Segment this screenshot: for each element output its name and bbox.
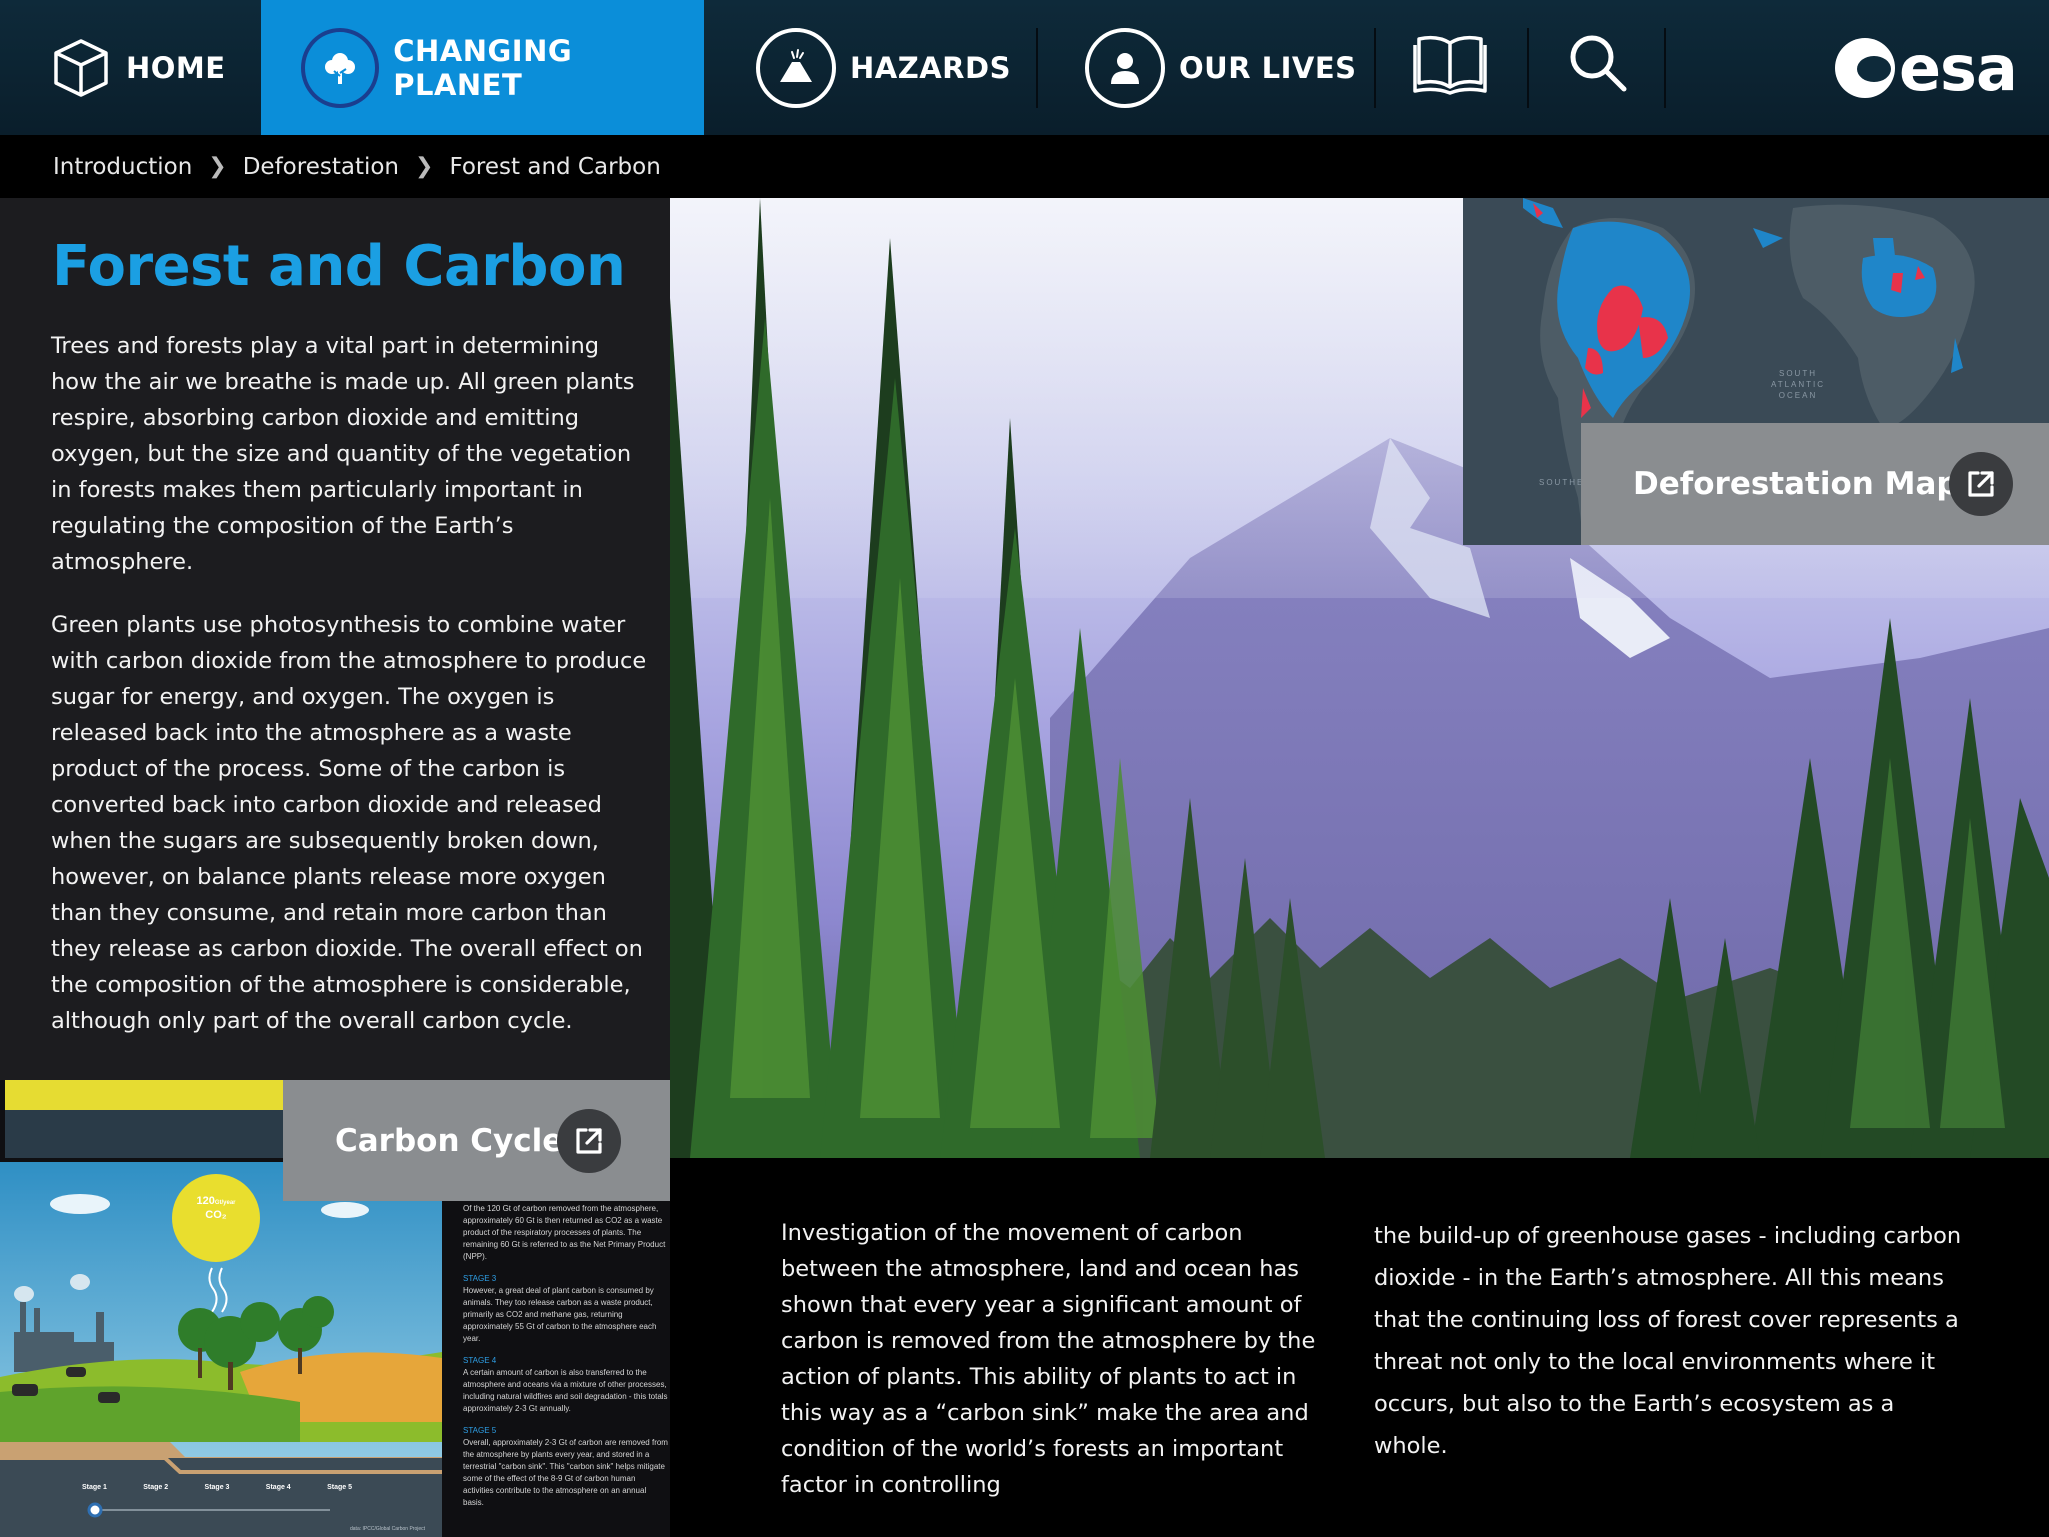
carbon-cycle-note-heading: STAGE 5: [463, 1426, 497, 1435]
article-paragraph: Green plants use photosynthesis to combi…: [51, 612, 647, 1034]
article-column-1: Investigation of the movement of carbon …: [781, 1220, 1316, 1498]
book-icon: [1413, 33, 1487, 102]
esa-logo-text: esa: [1899, 31, 2018, 105]
volcano-icon: [756, 27, 836, 108]
article-panel: Forest and Carbon Trees and forests play…: [0, 198, 670, 1080]
article-body: Trees and forests play a vital part in d…: [51, 328, 651, 1066]
article-paragraph: Trees and forests play a vital part in d…: [51, 333, 635, 575]
chevron-right-icon: ❯: [208, 154, 227, 179]
nav-changing-planet-label: CHANGING PLANET: [393, 33, 573, 102]
sun-label: 120Gt/year CO₂: [188, 1195, 244, 1221]
carbon-cycle-header-bar: [5, 1080, 285, 1110]
esa-logo[interactable]: esa: [1835, 31, 2018, 105]
stage-labels: Stage 1 Stage 2 Stage 3 Stage 4 Stage 5: [82, 1484, 352, 1491]
stage-1-label[interactable]: Stage 1: [82, 1484, 107, 1491]
carbon-cycle-note: A certain amount of carbon is also trans…: [463, 1368, 668, 1413]
nav-home-label: HOME: [126, 50, 226, 85]
nav-our-lives-label: OUR LIVES: [1179, 50, 1357, 85]
nav-divider: [1664, 28, 1666, 108]
stage-2-label[interactable]: Stage 2: [143, 1484, 168, 1491]
stage-5-label[interactable]: Stage 5: [327, 1484, 352, 1491]
external-link-icon: [557, 1109, 621, 1173]
search-icon: [1566, 31, 1630, 102]
carbon-cycle-notes: Of the 120 Gt of carbon removed from the…: [463, 1203, 668, 1509]
breadcrumb: Introduction ❯ Deforestation ❯ Forest an…: [0, 135, 2049, 198]
carbon-cycle-header-band: [5, 1110, 285, 1158]
nav-divider: [1036, 28, 1038, 108]
nav-search[interactable]: [1566, 34, 1630, 98]
page-title: Forest and Carbon: [52, 234, 626, 299]
nav-glossary[interactable]: [1413, 35, 1487, 98]
stage-3-label[interactable]: Stage 3: [205, 1484, 230, 1491]
cube-icon: [50, 37, 112, 99]
sun-gas: CO₂: [205, 1209, 227, 1221]
nav-divider: [1374, 28, 1376, 108]
carbon-cycle-infographic: 120Gt/year CO₂ Stage 1 Stage 2 Stage 3 S…: [0, 1162, 442, 1537]
breadcrumb-current: Forest and Carbon: [449, 153, 661, 180]
map-ocean-label: SOUTH ATLANTIC OCEAN: [1770, 369, 1826, 400]
carbon-cycle-label: Carbon Cycle: [335, 1122, 564, 1159]
carbon-cycle-note: However, a great deal of plant carbon is…: [463, 1286, 657, 1343]
carbon-cycle-note-heading: STAGE 4: [463, 1356, 497, 1365]
breadcrumb-deforestation[interactable]: Deforestation: [243, 154, 399, 180]
sun-unit: Gt/year: [214, 1200, 236, 1206]
breadcrumb-introduction[interactable]: Introduction: [53, 154, 192, 180]
deforestation-map-label: Deforestation Map: [1633, 466, 1959, 502]
sun-value: 120: [196, 1195, 215, 1207]
deforestation-map-link[interactable]: Deforestation Map: [1581, 423, 2049, 545]
chevron-right-icon: ❯: [415, 154, 434, 179]
nav-home[interactable]: HOME: [50, 0, 260, 135]
nav-divider: [1527, 28, 1529, 108]
nav-our-lives[interactable]: OUR LIVES: [1085, 0, 1375, 135]
carbon-cycle-link[interactable]: Carbon Cycle: [283, 1080, 670, 1201]
esa-logo-mark: [1835, 38, 1895, 98]
source-credit: data: IPCC/Global Carbon Project: [350, 1526, 426, 1532]
article-column-2: the build-up of greenhouse gases - inclu…: [1374, 1223, 1962, 1459]
tree-icon: [301, 27, 380, 108]
map-partial-label: SOUTHE: [1539, 478, 1585, 487]
nav-hazards-label: HAZARDS: [850, 50, 1011, 85]
nav-hazards[interactable]: HAZARDS: [756, 0, 1036, 135]
carbon-cycle-note: Overall, approximately 2-3 Gt of carbon …: [463, 1438, 668, 1507]
carbon-cycle-note-heading: STAGE 3: [463, 1274, 497, 1283]
person-icon: [1085, 27, 1165, 108]
nav-changing-planet[interactable]: CHANGING PLANET: [261, 0, 704, 135]
top-navigation: HOME CHANGING PLANET HAZARDS OUR LIVES e…: [0, 0, 2049, 135]
stage-4-label[interactable]: Stage 4: [266, 1484, 291, 1491]
external-link-icon: [1949, 452, 2013, 516]
carbon-cycle-note: Of the 120 Gt of carbon removed from the…: [463, 1204, 666, 1261]
